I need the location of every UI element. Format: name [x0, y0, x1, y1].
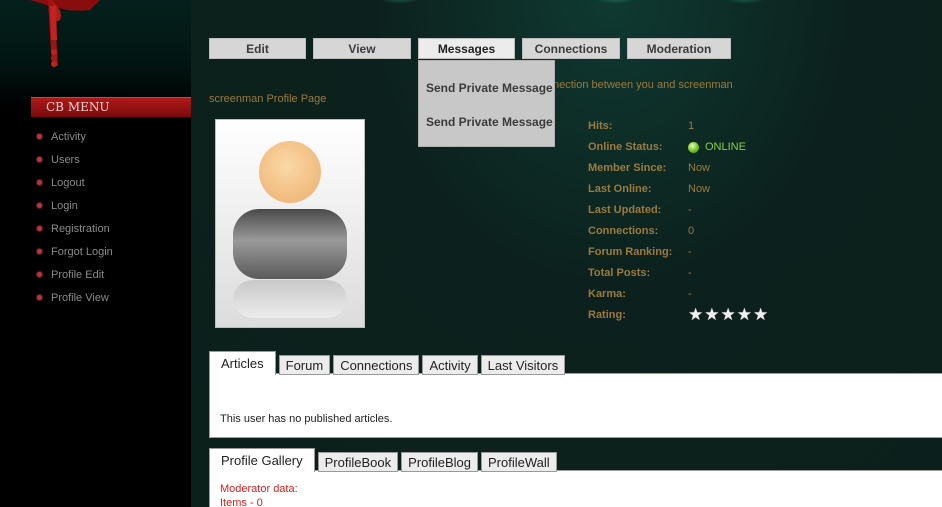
no-articles-text: This user has no published articles.	[220, 413, 393, 425]
bullet-icon	[37, 134, 42, 139]
menu-item-forgot-login[interactable]: Forgot Login	[37, 240, 113, 263]
tab-forum[interactable]: Forum	[278, 355, 331, 375]
profile-top-nav: Edit View Messages Connections Moderatio…	[209, 38, 738, 59]
star-icon[interactable]: ★	[688, 306, 703, 324]
bullet-icon	[37, 226, 42, 231]
items-count: Items - 0	[220, 497, 263, 507]
avatar	[215, 119, 365, 328]
bullet-icon	[37, 157, 42, 162]
profile-tabs-2: Profile Gallery ProfileBook ProfileBlog …	[209, 448, 560, 472]
tab-connections[interactable]: Connections	[522, 38, 620, 59]
moderator-data-label: Moderator data:	[220, 483, 298, 495]
stat-value: -	[688, 288, 692, 300]
stat-value: Now	[688, 183, 711, 195]
menu-item-label: Profile Edit	[51, 268, 105, 281]
stat-value: -	[688, 246, 692, 258]
stat-label: Rating:	[588, 309, 626, 321]
menu-item-label: Profile View	[51, 291, 109, 304]
star-icon[interactable]: ★	[753, 306, 768, 324]
star-icon[interactable]: ★	[721, 306, 736, 324]
rating-stars[interactable]: ★ ★ ★ ★ ★	[688, 306, 769, 324]
online-text: ONLINE	[705, 141, 746, 153]
header-glow-decoration	[721, 0, 769, 4]
stat-label: Last Updated:	[588, 204, 662, 216]
bullet-icon	[37, 272, 42, 277]
menu-item-label: Login	[51, 199, 78, 212]
stat-value: 0	[688, 225, 695, 237]
menu-item-profile-edit[interactable]: Profile Edit	[37, 263, 113, 286]
send-private-message-item[interactable]: Send Private Message	[426, 81, 553, 95]
stat-label: Member Since:	[588, 162, 667, 174]
cb-menu-header: CB MENU	[31, 97, 191, 117]
menu-item-label: Users	[51, 153, 80, 166]
cb-menu-list: Activity Users Logout Login Registration…	[37, 125, 113, 309]
bullet-icon	[37, 249, 42, 254]
left-sidebar: CB MENU Activity Users Logout Login Regi…	[0, 0, 191, 507]
curtain-decoration-icon	[30, 0, 100, 67]
star-icon[interactable]: ★	[704, 306, 719, 324]
stat-label: Last Online:	[588, 183, 652, 195]
connection-text: nection between you and screenman	[553, 79, 733, 91]
menu-item-login[interactable]: Login	[37, 194, 113, 217]
menu-item-activity[interactable]: Activity	[37, 125, 113, 148]
menu-item-label: Registration	[51, 222, 110, 235]
send-private-message-item[interactable]: Send Private Message	[426, 115, 553, 129]
tab-profilewall[interactable]: ProfileWall	[481, 452, 557, 472]
profile-page-title: screenman Profile Page	[209, 93, 327, 105]
online-status-value: ONLINE	[688, 141, 746, 153]
tab-edit[interactable]: Edit	[209, 38, 306, 59]
tab-messages[interactable]: Messages	[418, 38, 515, 59]
menu-item-users[interactable]: Users	[37, 148, 113, 171]
profile-tabs-1: Articles Forum Connections Activity Last…	[209, 351, 568, 375]
messages-dropdown: Send Private Message Send Private Messag…	[418, 60, 555, 147]
stat-label: Online Status:	[588, 141, 663, 153]
stat-value: 1	[688, 120, 695, 132]
stat-label: Hits:	[588, 120, 613, 132]
menu-item-logout[interactable]: Logout	[37, 171, 113, 194]
online-indicator-icon	[688, 141, 699, 153]
tab-activity[interactable]: Activity	[422, 355, 478, 375]
bullet-icon	[37, 295, 42, 300]
menu-item-label: Logout	[51, 176, 85, 189]
tab-articles[interactable]: Articles	[209, 351, 276, 375]
menu-item-profile-view[interactable]: Profile View	[37, 286, 113, 309]
menu-item-label: Forgot Login	[51, 245, 113, 258]
stat-label: Total Posts:	[588, 267, 651, 279]
header-glow-decoration	[591, 0, 639, 4]
stat-value: Now	[688, 162, 711, 174]
gallery-panel: Moderator data: Items - 0	[209, 470, 942, 507]
articles-panel: This user has no published articles.	[209, 373, 942, 438]
tab-profileblog[interactable]: ProfileBlog	[401, 452, 478, 472]
menu-item-registration[interactable]: Registration	[37, 217, 113, 240]
stat-label: Connections:	[588, 225, 659, 237]
menu-item-label: Activity	[51, 130, 86, 143]
bullet-icon	[37, 180, 42, 185]
stat-value: -	[688, 204, 692, 216]
bullet-icon	[37, 203, 42, 208]
header-glow-decoration	[376, 0, 424, 4]
main-content: Edit View Messages Connections Moderatio…	[191, 0, 942, 507]
tab-profile-gallery[interactable]: Profile Gallery	[209, 448, 315, 472]
star-icon[interactable]: ★	[737, 306, 752, 324]
tab-connections-panel[interactable]: Connections	[333, 355, 420, 375]
tab-view[interactable]: View	[313, 38, 411, 59]
tab-profilebook[interactable]: ProfileBook	[317, 452, 399, 472]
tab-last-visitors[interactable]: Last Visitors	[480, 355, 566, 375]
tab-moderation[interactable]: Moderation	[627, 38, 731, 59]
stat-label: Forum Ranking:	[588, 246, 673, 258]
default-user-avatar-icon	[216, 120, 364, 327]
stat-label: Karma:	[588, 288, 626, 300]
stat-value: -	[688, 267, 692, 279]
